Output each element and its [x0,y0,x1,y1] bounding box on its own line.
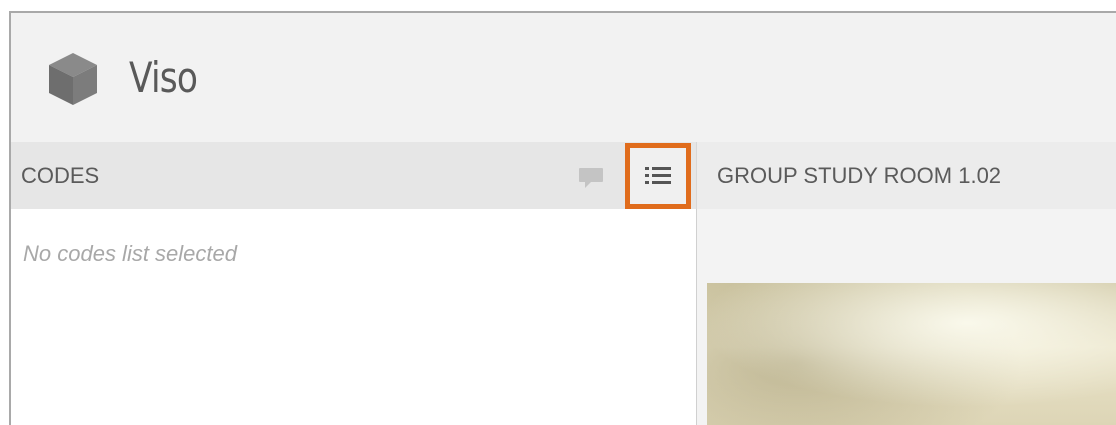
app-title: Viso [129,53,198,102]
codes-panel-body: No codes list selected [11,209,696,425]
room-photo[interactable] [707,283,1116,425]
room-panel-title: GROUP STUDY ROOM 1.02 [717,163,1002,188]
cube-logo-icon [49,53,97,105]
empty-codes-message: No codes list selected [23,241,237,266]
app-header: Viso [11,13,1116,142]
codes-panel-header: CODES [11,142,696,209]
list-icon [645,167,671,184]
codes-panel-title: CODES [21,163,100,188]
room-panel-body [697,209,1116,425]
comment-icon[interactable] [577,166,605,190]
codes-list-button[interactable] [625,143,691,209]
app-window: Viso CODES GROUP STUDY ROOM 1.02 No code… [9,11,1116,425]
room-panel-header: GROUP STUDY ROOM 1.02 [696,142,1116,209]
